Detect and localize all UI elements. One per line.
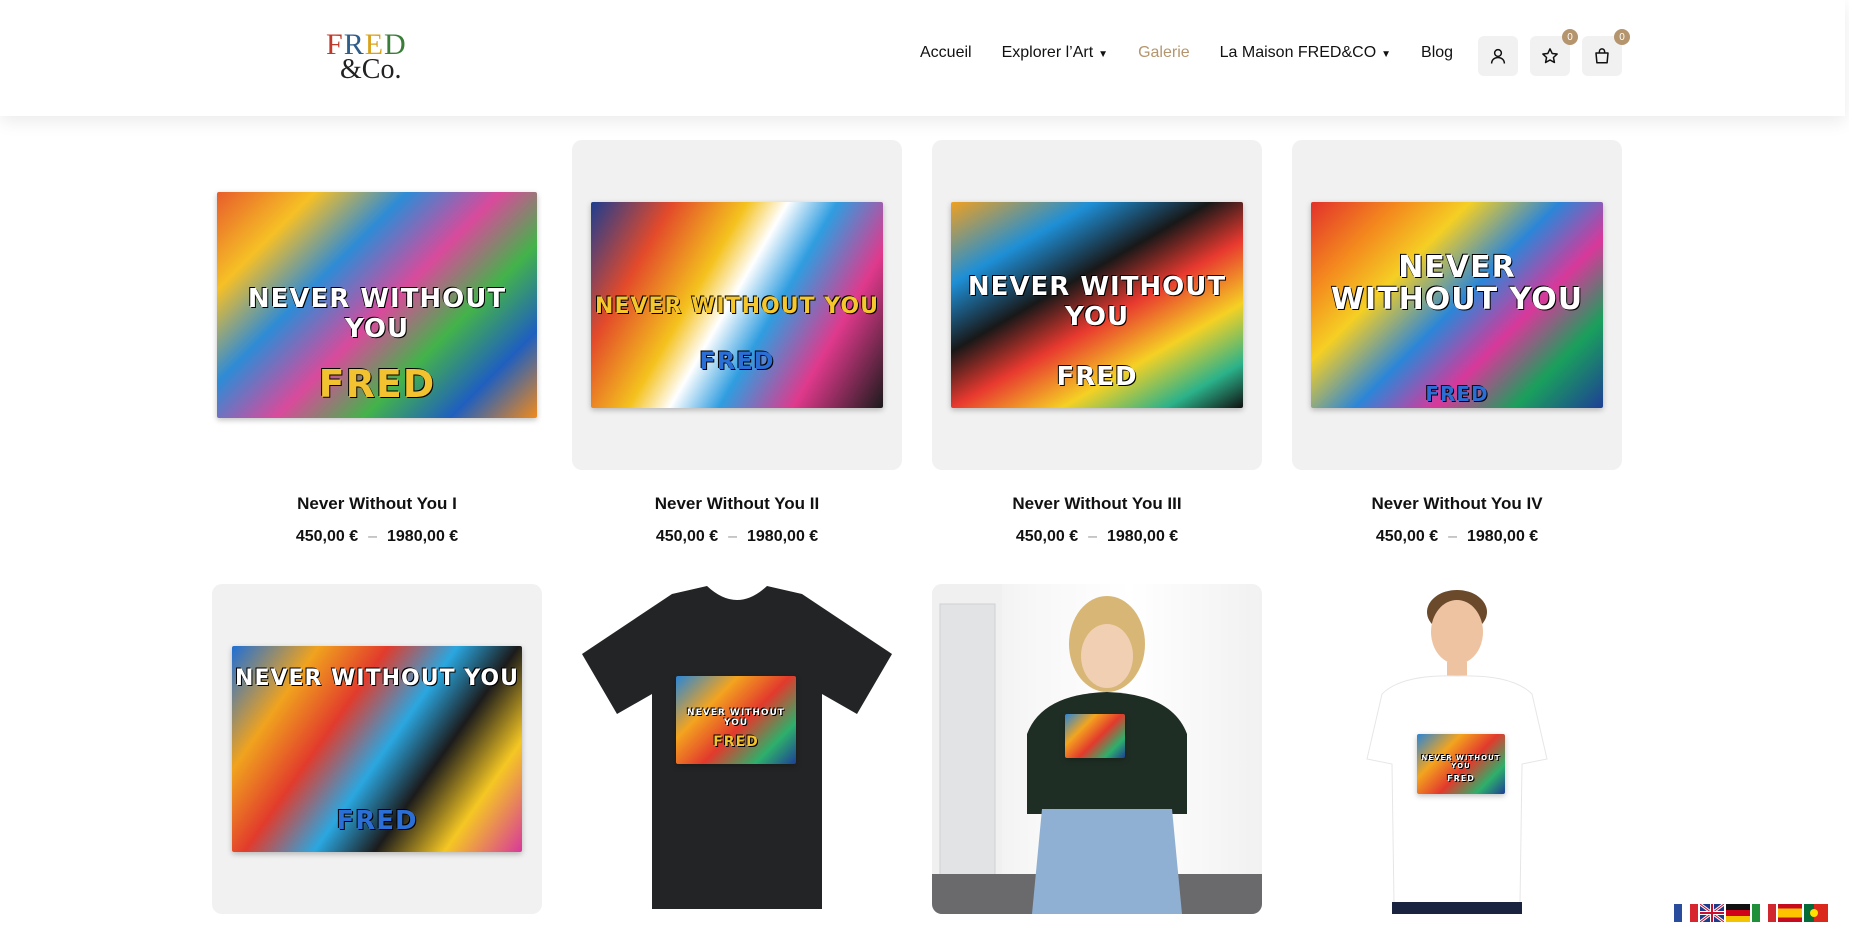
nav-item-blog[interactable]: Blog	[1421, 44, 1453, 62]
artwork-never-without-you-4: NEVER WITHOUT YOU FRED	[1311, 202, 1603, 408]
product-image[interactable]: NEVER WITHOUT YOU FRED	[932, 140, 1262, 470]
nav-item-explorer[interactable]: Explorer l’Art ▼	[1002, 44, 1108, 62]
artwork-never-without-you-3: NEVER WITHOUT YOU FRED	[951, 202, 1243, 408]
product-title[interactable]: Never Without You III	[932, 494, 1262, 514]
product-image[interactable]: NEVER WITHOUT YOU FRED	[1292, 584, 1622, 914]
product-image[interactable]: NEVER WITHOUT YOU FRED	[572, 584, 902, 914]
cart-count-badge: 0	[1614, 29, 1630, 45]
language-switcher	[1674, 904, 1830, 922]
nav-item-galerie[interactable]: Galerie	[1138, 44, 1190, 62]
it-flag-icon[interactable]	[1752, 904, 1776, 922]
chevron-down-icon: ▼	[1098, 48, 1109, 60]
product-title[interactable]: Never Without You I	[212, 494, 542, 514]
product-card[interactable]: NEVER WITHOUT YOU FRED Never Without You…	[1292, 140, 1622, 546]
product-card[interactable]: NEVER WITHOUT YOU FRED	[212, 584, 542, 914]
en-flag-icon[interactable]	[1700, 904, 1724, 922]
product-price: 450,00 € –1980,00 €	[1015, 528, 1179, 545]
tshirt-print: NEVER WITHOUT YOU FRED	[1417, 734, 1505, 794]
tshirt-print: NEVER WITHOUT YOU FRED	[676, 676, 796, 764]
bag-icon	[1595, 48, 1609, 64]
product-image[interactable]: NEVER WITHOUT YOU FRED	[212, 140, 542, 470]
nav-item-maison[interactable]: La Maison FRED&CO ▼	[1220, 44, 1391, 62]
account-button[interactable]	[1478, 36, 1518, 76]
product-card[interactable]: NEVER WITHOUT YOU FRED Never Without You…	[572, 140, 902, 546]
nav-item-accueil[interactable]: Accueil	[920, 44, 972, 62]
product-image[interactable]: NEVER WITHOUT YOU FRED	[1292, 140, 1622, 470]
wishlist-count-badge: 0	[1562, 29, 1578, 45]
product-card[interactable]: NEVER WITHOUT YOU FRED Never Without You…	[212, 140, 542, 546]
product-card[interactable]: NEVER WITHOUT YOU FRED	[572, 584, 902, 914]
product-image[interactable]: NEVER WITHOUT YOU FRED	[572, 140, 902, 470]
site-logo[interactable]: FRED &Co.	[326, 30, 416, 84]
site-header: FRED &Co. Accueil Explorer l’Art ▼ Galeri…	[0, 0, 1845, 116]
star-icon	[1542, 48, 1558, 64]
product-price: 450,00 € –1980,00 €	[1375, 528, 1539, 545]
artwork-never-without-you-5: NEVER WITHOUT YOU FRED	[232, 646, 522, 852]
main-nav: Accueil Explorer l’Art ▼ Galerie La Maiso…	[920, 44, 1483, 62]
es-flag-icon[interactable]	[1778, 904, 1802, 922]
product-price: 450,00 € –1980,00 €	[295, 528, 459, 545]
pt-flag-icon[interactable]	[1804, 904, 1828, 922]
product-card[interactable]: NEVER WITHOUT YOU FRED Never Without You…	[932, 140, 1262, 546]
artwork-never-without-you-2: NEVER WITHOUT YOU FRED	[591, 202, 883, 408]
chevron-down-icon: ▼	[1381, 48, 1392, 60]
de-flag-icon[interactable]	[1726, 904, 1750, 922]
product-image[interactable]: NEVER WITHOUT YOU FRED	[212, 584, 542, 914]
product-card[interactable]	[932, 584, 1262, 914]
product-price: 450,00 € –1980,00 €	[655, 528, 819, 545]
user-icon	[1490, 48, 1506, 64]
product-title[interactable]: Never Without You IV	[1292, 494, 1622, 514]
cart-button[interactable]: 0	[1582, 29, 1630, 76]
product-title[interactable]: Never Without You II	[572, 494, 902, 514]
wishlist-button[interactable]: 0	[1530, 29, 1578, 76]
product-image[interactable]	[932, 584, 1262, 914]
artwork-never-without-you-1: NEVER WITHOUT YOU FRED	[217, 192, 537, 418]
tshirt-print	[1065, 714, 1125, 758]
product-card[interactable]: NEVER WITHOUT YOU FRED	[1292, 584, 1622, 914]
fr-flag-icon[interactable]	[1674, 904, 1698, 922]
